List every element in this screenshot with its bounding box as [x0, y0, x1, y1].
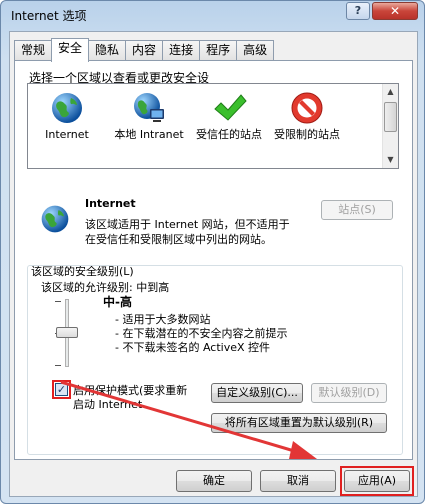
tab-security[interactable]: 安全: [51, 38, 90, 62]
annotation-arrow: [60, 380, 317, 459]
internet-options-window: Internet 选项 ? ✕ 常规 安全 隐私 内容 连接 程序 高级 选择一…: [0, 0, 425, 504]
